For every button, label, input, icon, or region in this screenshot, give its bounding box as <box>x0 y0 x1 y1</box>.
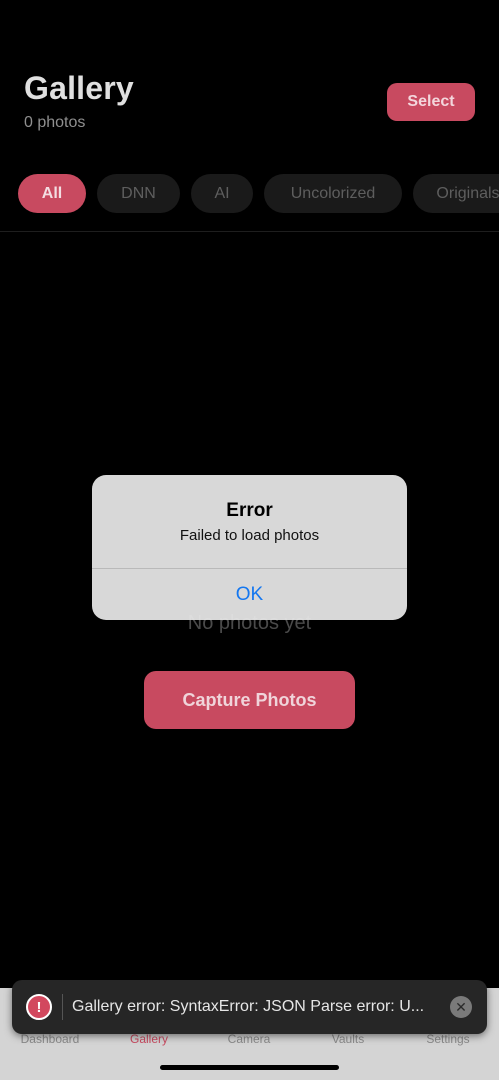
filter-chip-originals[interactable]: Originals <box>413 174 499 213</box>
header-divider <box>0 231 499 232</box>
toast-divider <box>62 994 63 1020</box>
alert-ok-button[interactable]: OK <box>92 569 407 620</box>
error-alert: Error Failed to load photos OK <box>92 475 407 620</box>
home-indicator <box>160 1065 339 1070</box>
alert-message: Failed to load photos <box>179 527 320 544</box>
tab-vaults[interactable]: Vaults <box>303 1032 393 1046</box>
filter-chips: All DNN AI Uncolorized Originals <box>0 174 499 214</box>
error-icon: ! <box>26 994 52 1020</box>
close-icon[interactable]: ✕ <box>450 996 472 1018</box>
filter-chip-ai[interactable]: AI <box>191 174 253 213</box>
error-toast[interactable]: ! Gallery error: SyntaxError: JSON Parse… <box>12 980 487 1034</box>
tab-settings[interactable]: Settings <box>403 1032 493 1046</box>
photo-count: 0 photos <box>24 114 86 131</box>
tab-gallery[interactable]: Gallery <box>104 1032 194 1046</box>
filter-chip-uncolorized[interactable]: Uncolorized <box>264 174 402 213</box>
tab-dashboard[interactable]: Dashboard <box>5 1032 95 1046</box>
select-button[interactable]: Select <box>387 83 475 121</box>
tab-camera[interactable]: Camera <box>204 1032 294 1046</box>
alert-title: Error <box>226 500 273 521</box>
page-title: Gallery <box>24 70 134 106</box>
capture-photos-button[interactable]: Capture Photos <box>144 671 355 729</box>
filter-chip-all[interactable]: All <box>18 174 86 213</box>
toast-message: Gallery error: SyntaxError: JSON Parse e… <box>72 998 425 1015</box>
filter-chip-dnn[interactable]: DNN <box>97 174 180 213</box>
